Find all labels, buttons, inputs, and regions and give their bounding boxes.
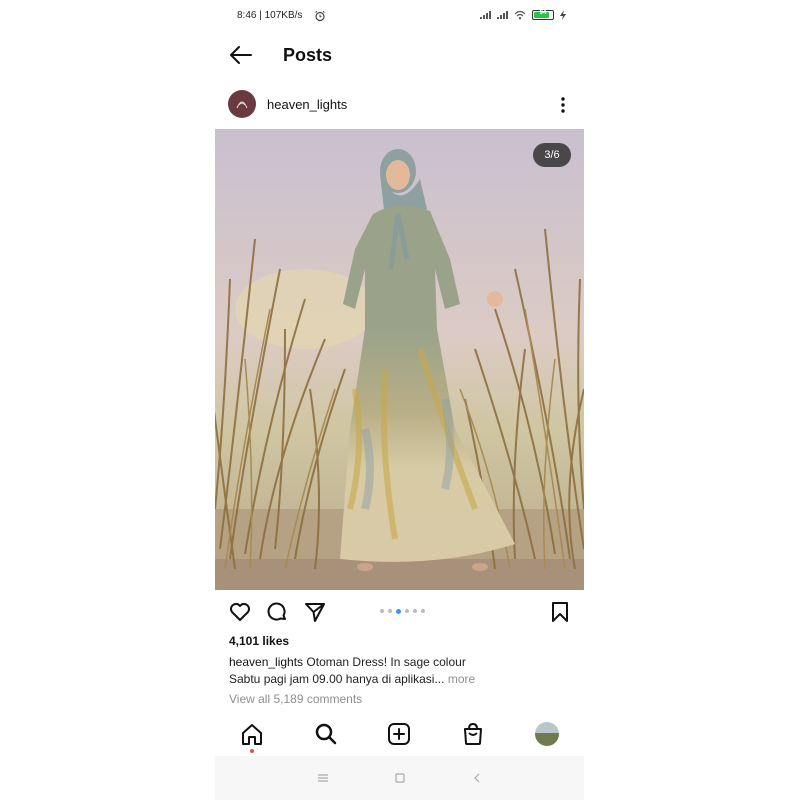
notification-dot	[250, 749, 254, 753]
signal-icon	[480, 11, 491, 19]
carousel-dot-active	[396, 608, 401, 614]
nav-shop[interactable]	[459, 720, 487, 748]
wifi-icon	[514, 10, 526, 20]
share-icon[interactable]	[303, 600, 327, 624]
battery-icon: 94	[532, 10, 554, 20]
phone-screen: 8:46 | 107KB/s 94 Posts heaven_lights 3/…	[215, 0, 584, 800]
heart-icon[interactable]	[228, 600, 252, 624]
new-post-icon	[388, 723, 410, 745]
caption-username[interactable]: heaven_lights	[229, 655, 303, 669]
signal-icon	[497, 11, 508, 19]
brand-logo	[229, 91, 255, 117]
status-bar: 8:46 | 107KB/s 94	[215, 8, 584, 26]
post-image[interactable]: 3/6	[215, 129, 584, 590]
home-icon	[242, 724, 262, 745]
caption-more-link[interactable]: more	[448, 672, 475, 686]
image-counter: 3/6	[533, 143, 571, 167]
home-square-icon[interactable]	[392, 770, 408, 786]
profile-avatar	[535, 722, 559, 746]
page-header: Posts	[215, 38, 584, 72]
nav-home[interactable]	[238, 720, 266, 753]
nav-profile[interactable]	[533, 720, 561, 748]
post-username[interactable]: heaven_lights	[267, 97, 347, 112]
bookmark-icon[interactable]	[548, 600, 572, 624]
system-nav-bar	[215, 756, 584, 800]
post-actions	[215, 598, 584, 626]
bottom-nav	[215, 716, 584, 753]
post-photo	[215, 129, 584, 590]
more-options-icon[interactable]	[560, 96, 566, 114]
caption-text-line2: Sabtu pagi jam 09.00 hanya di aplikasi..…	[229, 672, 445, 686]
back-triangle-icon[interactable]	[469, 770, 485, 786]
menu-icon[interactable]	[315, 770, 331, 786]
carousel-dot	[405, 609, 409, 613]
carousel-dot	[413, 609, 417, 613]
carousel-dots	[380, 608, 425, 614]
status-time: 8:46 | 107KB/s	[237, 10, 303, 21]
arrow-left-icon[interactable]	[229, 44, 253, 66]
page-title: Posts	[283, 45, 333, 65]
view-comments-link[interactable]: View all 5,189 comments	[229, 692, 362, 706]
likes-count[interactable]: 4,101 likes	[229, 634, 289, 648]
post-caption: heaven_lights Otoman Dress! In sage colo…	[229, 654, 574, 688]
charging-icon	[560, 10, 566, 20]
post-header: heaven_lights	[215, 88, 584, 122]
nav-new-post[interactable]	[385, 720, 413, 748]
carousel-dot	[388, 609, 392, 613]
carousel-dot	[380, 609, 384, 613]
comment-icon[interactable]	[265, 600, 289, 624]
alarm-icon	[315, 10, 325, 22]
shop-icon	[464, 722, 482, 745]
status-icons: 94	[480, 10, 566, 20]
carousel-dot	[421, 609, 425, 613]
avatar[interactable]	[228, 90, 256, 118]
nav-search[interactable]	[312, 720, 340, 748]
battery-level: 94	[539, 10, 547, 16]
search-icon	[315, 723, 337, 745]
caption-text: Otoman Dress! In sage colour	[306, 655, 466, 669]
